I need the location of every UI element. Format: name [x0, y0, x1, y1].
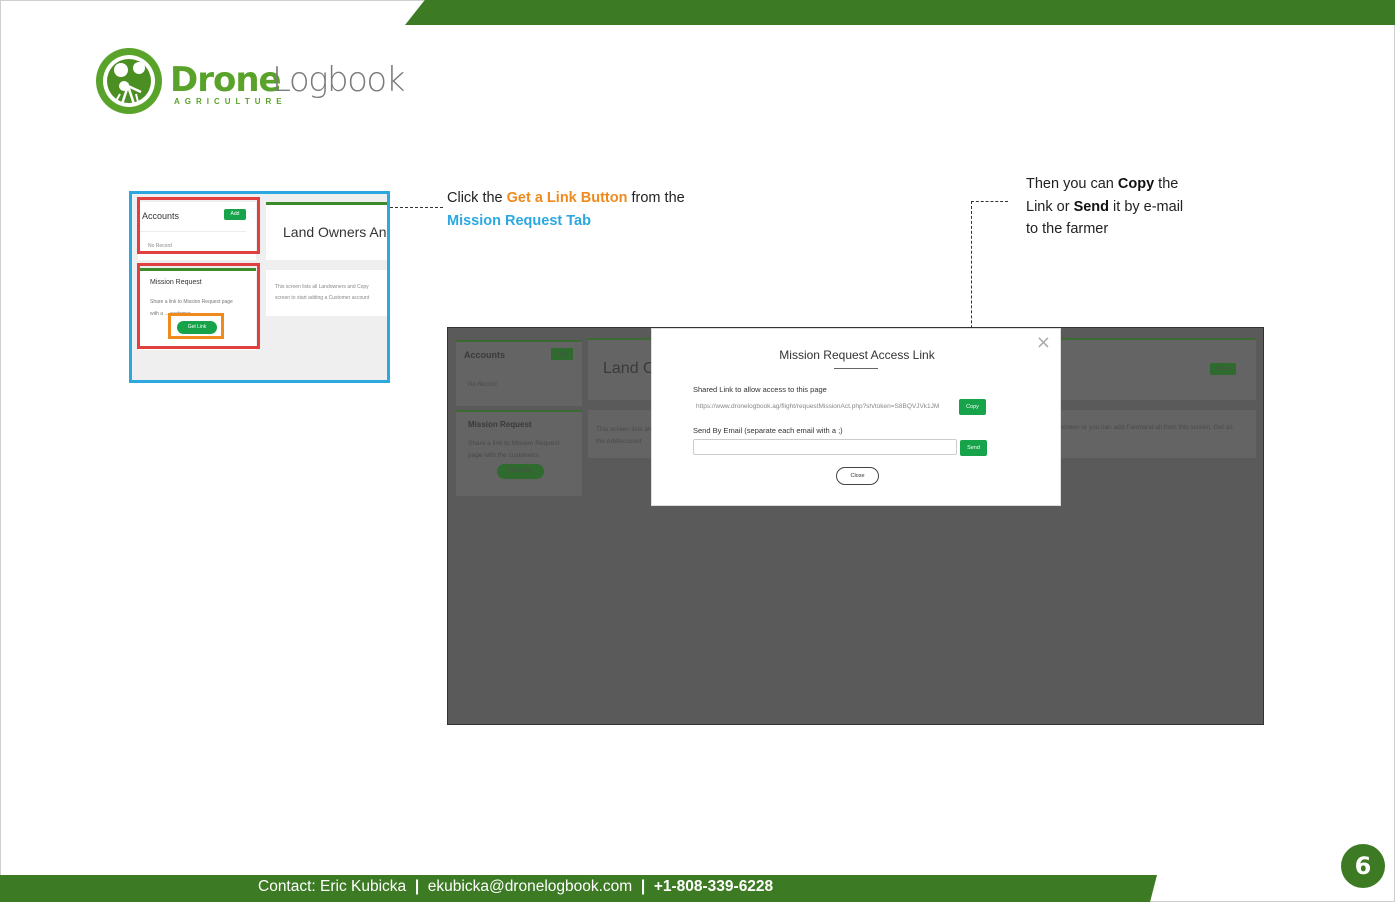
- dronelogbook-logo: Drone Logbook AGRICULTURE: [94, 46, 424, 118]
- instr2-text-5: to the farmer: [1026, 221, 1109, 237]
- instr2-send: Send: [1073, 198, 1110, 215]
- page-number-badge: 6: [1341, 844, 1385, 888]
- instr1-text-1: Click the: [447, 190, 507, 206]
- footer-separator-2: |: [640, 878, 646, 895]
- bg-mission-request-desc: Share a link to Mission Request page wit…: [468, 440, 560, 459]
- bg-no-record: No Record: [468, 382, 497, 388]
- send-button[interactable]: Send: [960, 440, 987, 456]
- bg-get-link-button: Get Link: [497, 464, 544, 479]
- instr2-text-2: the: [1154, 176, 1179, 192]
- modal-title: Mission Request Access Link: [779, 348, 935, 362]
- footer-contact-name: Contact: Eric Kubicka: [258, 878, 407, 895]
- footer-phone[interactable]: +1-808-339-6228: [654, 878, 773, 895]
- instr1-highlight-tab: Mission Request Tab: [447, 213, 591, 229]
- connector-line-left: [390, 207, 443, 208]
- bg-accounts-title: Accounts: [464, 350, 506, 360]
- accounts-highlight-box: [137, 197, 260, 254]
- shared-link-value[interactable]: https://www.dronelogbook.ag/flight/reque…: [696, 403, 954, 410]
- land-owners-title: Land Owners And: [283, 224, 390, 240]
- get-link-highlight-box: [168, 313, 224, 339]
- mission-request-access-link-modal: × Mission Request Access Link Shared Lin…: [651, 328, 1061, 506]
- access-link-modal-screenshot: Accounts Add No Record Mission Request S…: [447, 327, 1264, 725]
- land-owners-desc-line-2: screen to start adding a Customer accoun…: [275, 295, 370, 301]
- close-button[interactable]: Close: [836, 467, 879, 485]
- bg-desc-right: screen or you can add Farmland all from …: [1060, 424, 1233, 431]
- footer-separator-1: |: [414, 878, 420, 895]
- copy-button[interactable]: Copy: [959, 399, 986, 415]
- footer-contact: Contact: Eric Kubicka | ekubicka@dronelo…: [258, 878, 773, 896]
- shared-link-label: Shared Link to allow access to this page: [693, 385, 827, 394]
- mission-request-tab-screenshot: Accounts Add No Record Mission Request S…: [129, 191, 390, 383]
- bg-add-button: Add: [551, 348, 573, 360]
- bg-desc-left: This screen lists all the AddAccount: [596, 426, 651, 445]
- instr1-text-2: from the: [627, 190, 685, 206]
- instruction-copy-send: Then you can Copy the Link or Send it by…: [1026, 173, 1236, 241]
- modal-title-underline: [834, 368, 878, 369]
- instr1-highlight-button: Get a Link Button: [506, 190, 628, 206]
- footer-email[interactable]: ekubicka@dronelogbook.com: [428, 878, 632, 895]
- email-field[interactable]: [693, 439, 957, 455]
- bg-land-owners-title: Land O: [603, 360, 656, 377]
- instr2-text-1: Then you can: [1026, 176, 1118, 192]
- instr2-text-4: it by e-mail: [1109, 198, 1184, 215]
- instr2-copy: Copy: [1117, 176, 1155, 192]
- land-owners-desc: This screen lists all Landowners and Cop…: [275, 282, 369, 304]
- instruction-get-link: Click the Get a Link Button from the Mis…: [447, 187, 747, 233]
- drone-leaf-logo-icon: [96, 48, 162, 114]
- send-email-label: Send By Email (separate each email with …: [693, 426, 843, 435]
- top-banner-band: [405, 0, 1395, 25]
- logo-brand-logbook: Logbook: [272, 60, 405, 100]
- logo-brand-drone: Drone: [170, 60, 282, 100]
- connector-line-right-h: [971, 201, 1008, 202]
- logo-tagline: AGRICULTURE: [174, 97, 287, 106]
- instr2-text-3: Link or: [1026, 198, 1074, 215]
- bg-mission-request-title: Mission Request: [468, 420, 532, 429]
- land-owners-desc-line-1: This screen lists all Landowners and Cop…: [275, 284, 369, 290]
- bg-close-button: Close: [1210, 363, 1236, 375]
